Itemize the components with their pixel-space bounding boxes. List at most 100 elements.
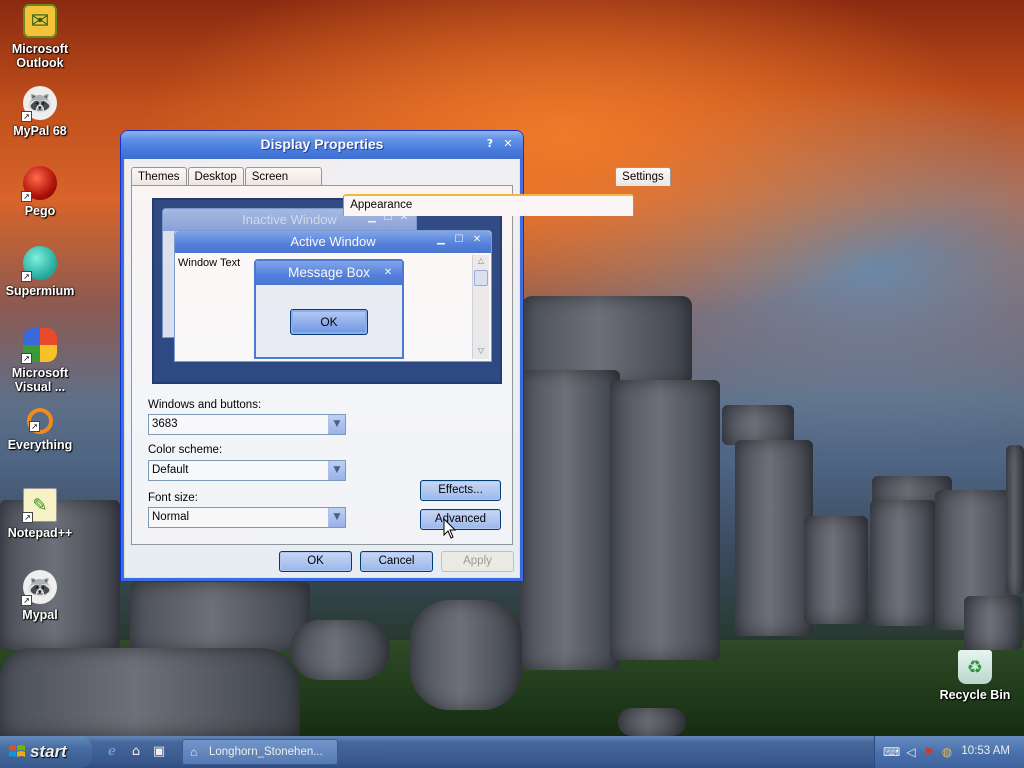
shortcut-arrow-icon: ↗ [21, 191, 32, 202]
wallpaper-stone [410, 600, 522, 710]
shortcut-arrow-icon: ↗ [21, 111, 32, 122]
wallpaper-stone [1006, 445, 1024, 595]
show-desktop-icon[interactable]: ⌂ [128, 744, 144, 760]
desktop-icon-label: Everything [7, 438, 73, 452]
keyboard-icon[interactable]: ⌨ [883, 744, 900, 760]
close-button[interactable]: ✕ [499, 136, 517, 153]
dialog-body: Themes Desktop Screen Saver Appearance S… [125, 159, 671, 577]
desktop-icon-everything[interactable]: ↗ Everything [0, 408, 80, 452]
shortcut-arrow-icon: ↗ [21, 271, 32, 282]
tab-strip: Themes Desktop Screen Saver Appearance S… [131, 164, 672, 216]
font-size-label: Font size: [148, 492, 198, 504]
color-scheme-value: Default [152, 464, 189, 476]
windows-and-buttons-label: Windows and buttons: [148, 399, 262, 411]
desktop-icon-label: Pego [24, 204, 56, 218]
desktop-icon-label: Microsoft Visual ... [11, 366, 69, 394]
chevron-down-icon[interactable]: ▼ [328, 415, 345, 434]
appearance-preview: Inactive Window ▁ ☐ ✕ Active Window ▁ ☐ … [152, 198, 502, 384]
wallpaper-stone [290, 620, 390, 680]
wallpaper-stone [722, 405, 794, 445]
start-label: start [30, 742, 67, 761]
scroll-thumb [474, 270, 488, 286]
folder-icon: ⌂ [190, 745, 198, 759]
display-properties-dialog: Display Properties ? ✕ Themes Desktop Sc… [120, 130, 671, 582]
effects-button[interactable]: Effects... [420, 480, 501, 501]
network-icon[interactable]: ⚑ [921, 744, 937, 760]
shortcut-arrow-icon: ↗ [21, 595, 32, 606]
visual-studio-icon: ↗ [21, 328, 57, 364]
mypal-icon: 🦝 ↗ [21, 86, 57, 122]
font-size-value: Normal [152, 511, 190, 523]
start-button[interactable]: start [0, 736, 92, 768]
desktop-icon-pego[interactable]: ↗ Pego [0, 166, 80, 218]
supermium-icon: ↗ [21, 246, 57, 282]
volume-icon[interactable]: ◁ [903, 744, 919, 760]
wallpaper-stone [870, 500, 936, 626]
shortcut-arrow-icon: ↗ [29, 421, 40, 432]
close-icon: ✕ [472, 234, 482, 245]
minimize-icon: ▁ [437, 234, 445, 245]
preview-message-box-title: Message Box [256, 261, 402, 285]
desktop-icon-mypal[interactable]: 🦝 ↗ Mypal [0, 570, 80, 622]
mypal-icon: 🦝 ↗ [21, 570, 57, 606]
desktop-icon-visual-studio[interactable]: ↗ Microsoft Visual ... [0, 328, 80, 394]
cancel-button[interactable]: Cancel [360, 551, 433, 572]
wallpaper-stone [964, 596, 1022, 650]
font-size-select[interactable]: Normal ▼ [148, 507, 346, 528]
system-tray: ⌨ ◁ ⚑ ◍ 10:53 AM [874, 736, 1024, 768]
tab-desktop[interactable]: Desktop [187, 167, 244, 186]
desktop-icon-recycle-bin[interactable]: ♻ Recycle Bin [935, 650, 1015, 702]
preview-message-box: Message Box ✕ OK [254, 259, 404, 359]
desktop-icon-label: Supermium [5, 284, 75, 298]
clock: 10:53 AM [961, 745, 1010, 757]
wallpaper-stone [130, 582, 310, 652]
maximize-icon: ☐ [454, 234, 464, 245]
desktop-icon-supermium[interactable]: ↗ Supermium [0, 246, 80, 298]
wallpaper-stone [618, 708, 686, 736]
preview-active-window: Active Window ▁ ☐ ✕ Window Text △ ▽ Mess… [174, 230, 492, 362]
windows-and-buttons-value: 3683 [152, 418, 178, 430]
preview-scrollbar: △ ▽ [472, 255, 489, 359]
desktop-icon-label: Mypal [22, 608, 58, 622]
color-scheme-select[interactable]: Default ▼ [148, 460, 346, 481]
dialog-titlebar[interactable]: Display Properties ? ✕ [121, 131, 523, 159]
wallpaper-stone [735, 440, 813, 636]
scroll-up-icon: △ [477, 256, 485, 265]
notepadpp-icon: ✎ ↗ [22, 488, 57, 523]
tab-screen-saver[interactable]: Screen Saver [244, 167, 323, 201]
close-icon: ✕ [383, 267, 393, 278]
taskbar-button-label: Longhorn_Stonehen... [209, 746, 323, 758]
recycle-bin-icon: ♻ [958, 650, 992, 684]
shortcut-arrow-icon: ↗ [21, 353, 32, 364]
desktop-icon-notepadpp[interactable]: ✎ ↗ Notepad++ [0, 488, 80, 540]
taskbar-button-stonehenge[interactable]: ⌂ Longhorn_Stonehen... [182, 739, 338, 765]
wallpaper-stone [804, 516, 868, 624]
tab-settings[interactable]: Settings [615, 167, 671, 186]
desktop-icon-label: Microsoft Outlook [11, 42, 69, 70]
wallpaper-stone [0, 648, 300, 736]
chevron-down-icon[interactable]: ▼ [328, 508, 345, 527]
tab-appearance[interactable]: Appearance [343, 194, 635, 216]
advanced-button[interactable]: Advanced [420, 509, 501, 530]
quick-launch-app-icon[interactable]: ▣ [151, 744, 167, 760]
desktop-icon-outlook[interactable]: ✉ Microsoft Outlook [0, 4, 80, 70]
wallpaper-stone [520, 370, 620, 670]
windows-and-buttons-select[interactable]: 3683 ▼ [148, 414, 346, 435]
tab-themes[interactable]: Themes [131, 167, 187, 186]
chevron-down-icon[interactable]: ▼ [328, 461, 345, 480]
shortcut-arrow-icon: ↗ [22, 512, 33, 523]
preview-ok-button: OK [290, 309, 368, 335]
pego-icon: ↗ [21, 166, 57, 202]
apply-button: Apply [441, 551, 514, 572]
internet-explorer-icon[interactable]: ℯ [104, 744, 120, 760]
desktop-icon-mypal68[interactable]: 🦝 ↗ MyPal 68 [0, 86, 80, 138]
everything-icon: ↗ [27, 408, 53, 434]
globe-icon[interactable]: ◍ [939, 744, 955, 760]
appearance-panel: Inactive Window ▁ ☐ ✕ Active Window ▁ ☐ … [131, 185, 513, 545]
outlook-icon: ✉ [23, 4, 57, 38]
color-scheme-label: Color scheme: [148, 444, 223, 456]
scroll-down-icon: ▽ [477, 346, 485, 355]
desktop-icon-label: MyPal 68 [13, 124, 67, 138]
help-button[interactable]: ? [481, 136, 499, 153]
ok-button[interactable]: OK [279, 551, 352, 572]
